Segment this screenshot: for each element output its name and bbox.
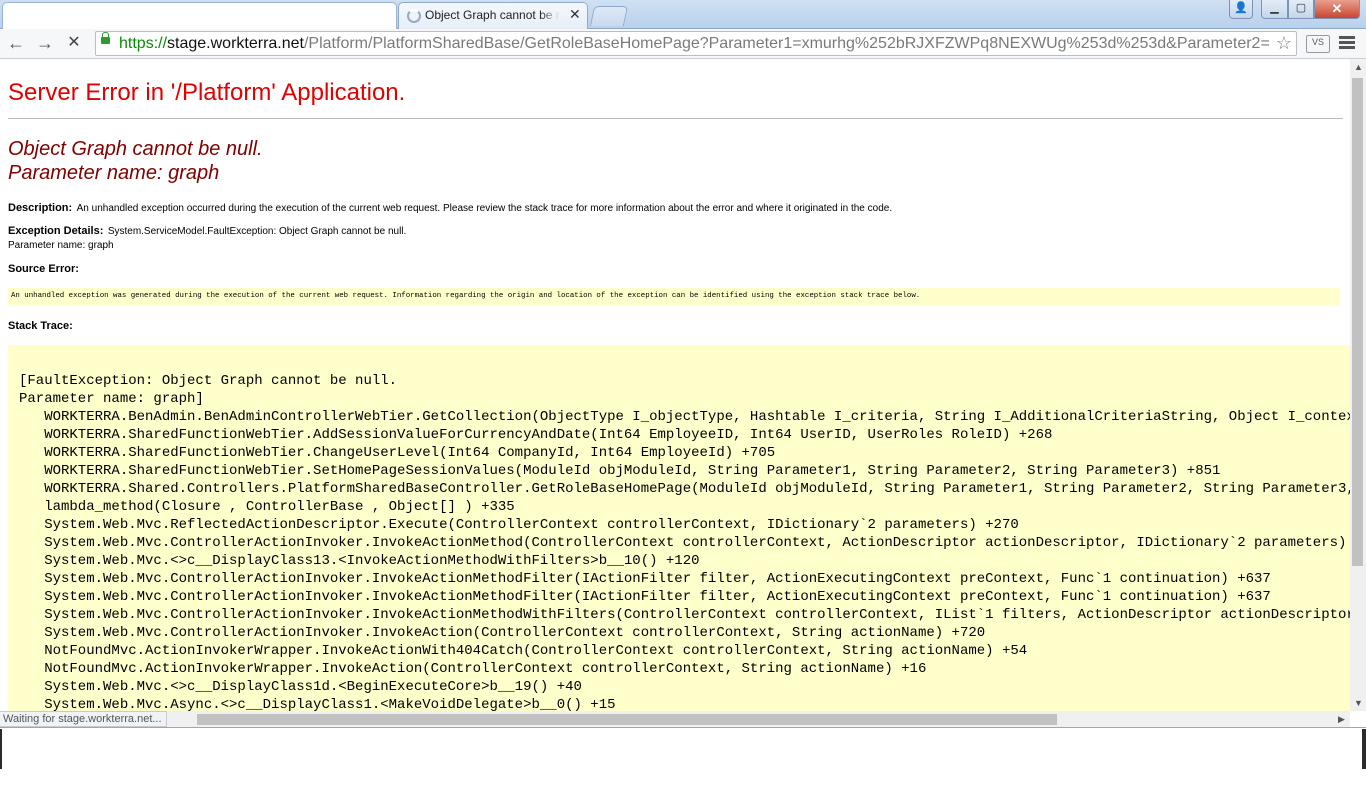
stack-trace: [FaultException: Object Graph cannot be … (19, 372, 1350, 711)
stack-trace-line: NotFoundMvc.ActionInvokerWrapper.InvokeA… (19, 643, 1028, 659)
title-bar: Object Graph cannot be null. ✕ 👤 ▁ ▢ ✕ (0, 0, 1366, 29)
stack-trace-line: WORKTERRA.SharedFunctionWebTier.SetHomeP… (19, 463, 1221, 479)
window-edge-right (1362, 729, 1366, 769)
lock-icon (101, 32, 110, 44)
page-title: Server Error in '/Platform' Application. (8, 79, 406, 106)
vertical-scroll-thumb[interactable] (1352, 78, 1363, 566)
tab-blank[interactable] (2, 2, 397, 29)
loading-spinner-icon (407, 9, 421, 23)
source-error-text: An unhandled exception was generated dur… (11, 292, 921, 300)
exception-text: System.ServiceModel.FaultException: Obje… (107, 226, 407, 237)
stack-trace-line: System.Web.Mvc.ControllerActionInvoker.I… (19, 535, 1350, 551)
stack-trace-line: System.Web.Mvc.Async.<>c__DisplayClass1.… (19, 697, 616, 711)
source-error-box: An unhandled exception was generated dur… (8, 288, 1339, 305)
stack-trace-box: [FaultException: Object Graph cannot be … (8, 345, 1350, 711)
stack-trace-line: System.Web.Mvc.ControllerActionInvoker.I… (19, 571, 1271, 587)
stack-trace-line: System.Web.Mvc.ControllerActionInvoker.I… (19, 625, 986, 641)
url-host: stage.workterra.net (167, 35, 304, 52)
tab-title: Object Graph cannot be null. (425, 8, 560, 22)
description-label: Description: (8, 202, 73, 214)
stop-loading-icon[interactable]: ✕ (63, 32, 85, 54)
address-bar[interactable]: https://stage.workterra.net/Platform/Pla… (95, 31, 1297, 56)
stack-trace-label: Stack Trace: (8, 320, 73, 332)
scroll-right-icon[interactable]: ▶ (1338, 714, 1345, 725)
exception-details: Exception Details: System.ServiceModel.F… (8, 224, 406, 252)
tab-close-icon[interactable]: ✕ (569, 6, 581, 23)
bookmark-star-icon[interactable]: ☆ (1276, 33, 1292, 54)
error-message: Object Graph cannot be null. Parameter n… (8, 137, 263, 185)
error-param-line: Parameter name: graph (8, 162, 220, 184)
description-text: An unhandled exception occurred during t… (76, 203, 893, 214)
new-tab-button[interactable] (589, 6, 629, 26)
stack-trace-line: System.Web.Mvc.<>c__DisplayClass13.<Invo… (19, 553, 700, 569)
stack-trace-line: lambda_method(Closure , ControllerBase ,… (19, 499, 515, 515)
stack-trace-line: NotFoundMvc.ActionInvokerWrapper.InvokeA… (19, 661, 927, 677)
status-bubble: Waiting for stage.workterra.net... (0, 711, 167, 727)
minimize-button[interactable]: ▁ (1261, 0, 1288, 19)
page-content: Server Error in '/Platform' Application.… (0, 59, 1350, 711)
description: Description: An unhandled exception occu… (8, 198, 892, 216)
url-text[interactable]: https://stage.workterra.net/Platform/Pla… (119, 35, 1269, 53)
stack-trace-line: WORKTERRA.BenAdmin.BenAdminControllerWeb… (19, 409, 1350, 425)
close-window-button[interactable]: ✕ (1314, 0, 1360, 19)
window-edge-left (0, 729, 2, 769)
browser-toolbar: ← → ✕ https://stage.workterra.net/Platfo… (0, 29, 1366, 59)
url-scheme: https:// (119, 35, 168, 52)
desktop-area (0, 727, 1366, 812)
divider (8, 118, 1343, 119)
stack-trace-line: System.Web.Mvc.ControllerActionInvoker.I… (19, 607, 1350, 623)
stack-trace-line: System.Web.Mvc.ReflectedActionDescriptor… (19, 517, 1019, 533)
exception-label: Exception Details: (8, 225, 104, 237)
scroll-down-icon[interactable]: ▼ (1354, 698, 1363, 708)
source-error-label: Source Error: (8, 263, 79, 275)
stack-trace-line: [FaultException: Object Graph cannot be … (19, 373, 398, 389)
exception-param: Parameter name: graph (8, 240, 114, 251)
profile-icon[interactable]: 👤 (1229, 0, 1253, 19)
back-icon[interactable]: ← (5, 32, 27, 54)
menu-icon[interactable] (1339, 34, 1355, 52)
stack-trace-line: WORKTERRA.Shared.Controllers.PlatformSha… (19, 481, 1350, 497)
maximize-button[interactable]: ▢ (1288, 0, 1314, 19)
error-message-line: Object Graph cannot be null. (8, 138, 263, 160)
stack-trace-line: WORKTERRA.SharedFunctionWebTier.ChangeUs… (19, 445, 776, 461)
stack-trace-line: WORKTERRA.SharedFunctionWebTier.AddSessi… (19, 427, 1053, 443)
horizontal-scroll-thumb[interactable] (197, 714, 1057, 725)
stack-trace-line: Parameter name: graph] (19, 391, 204, 407)
extension-icon[interactable]: VS (1306, 35, 1330, 53)
stack-trace-line: System.Web.Mvc.<>c__DisplayClass1d.<Begi… (19, 679, 582, 695)
forward-icon[interactable]: → (34, 32, 56, 54)
url-path: /Platform/PlatformSharedBase/GetRoleBase… (303, 35, 1269, 52)
stack-trace-line: System.Web.Mvc.ControllerActionInvoker.I… (19, 589, 1271, 605)
scroll-up-icon[interactable]: ▲ (1354, 62, 1363, 72)
tab-active[interactable]: Object Graph cannot be null. ✕ (398, 2, 588, 29)
